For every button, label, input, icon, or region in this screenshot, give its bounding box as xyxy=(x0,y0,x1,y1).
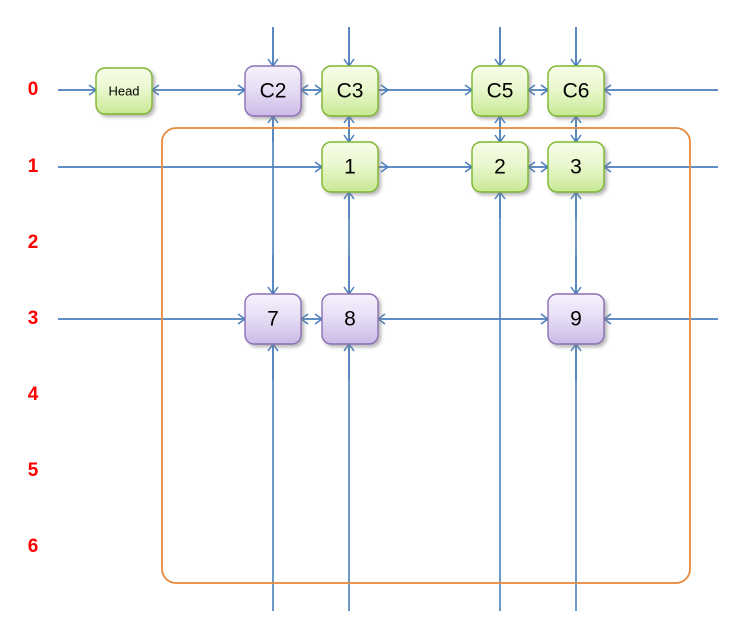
row-label-3: 3 xyxy=(28,308,39,329)
node-c3[interactable]: C3 xyxy=(321,65,379,117)
node-n1[interactable]: 1 xyxy=(321,141,379,193)
node-c2[interactable]: C2 xyxy=(244,65,302,117)
node-label-head: Head xyxy=(108,83,139,98)
row-label-6: 6 xyxy=(28,536,39,557)
node-n2[interactable]: 2 xyxy=(471,141,529,193)
node-label-c5: C5 xyxy=(487,80,514,103)
node-label-c2: C2 xyxy=(260,80,287,103)
row-label-2: 2 xyxy=(28,232,39,253)
node-label-c6: C6 xyxy=(563,80,590,103)
loop-boundary-layer xyxy=(161,127,691,584)
node-label-c3: C3 xyxy=(337,80,364,103)
node-label-n7: 7 xyxy=(267,308,279,331)
node-label-n1: 1 xyxy=(344,156,356,179)
node-n3[interactable]: 3 xyxy=(547,141,605,193)
diagram-svg: Head C2 C3 C5 C6 1 2 3 7 8 9 0 1 2 3 4 5 6 xyxy=(28,27,718,611)
diagram-canvas: Head C2 C3 C5 C6 1 2 3 7 8 9 0 1 2 3 4 5 6 xyxy=(0,0,744,638)
row-label-1: 1 xyxy=(28,156,39,177)
loop-boundary-rect xyxy=(161,127,691,584)
node-n7[interactable]: 7 xyxy=(244,293,302,345)
row-label-5: 5 xyxy=(28,460,39,481)
row-label-4: 4 xyxy=(28,384,39,405)
node-c5[interactable]: C5 xyxy=(471,65,529,117)
node-label-n3: 3 xyxy=(570,156,582,179)
node-label-n2: 2 xyxy=(494,156,506,179)
node-label-n8: 8 xyxy=(344,308,356,331)
row-labels-layer: 0 1 2 3 4 5 6 xyxy=(28,79,39,557)
node-head[interactable]: Head xyxy=(95,67,153,115)
connection-lines-layer xyxy=(58,27,718,611)
node-label-n9: 9 xyxy=(570,308,582,331)
node-c6[interactable]: C6 xyxy=(547,65,605,117)
nodes-layer: Head C2 C3 C5 C6 1 2 3 7 8 9 xyxy=(95,65,605,345)
node-n8[interactable]: 8 xyxy=(321,293,379,345)
node-n9[interactable]: 9 xyxy=(547,293,605,345)
row-label-0: 0 xyxy=(28,79,39,100)
